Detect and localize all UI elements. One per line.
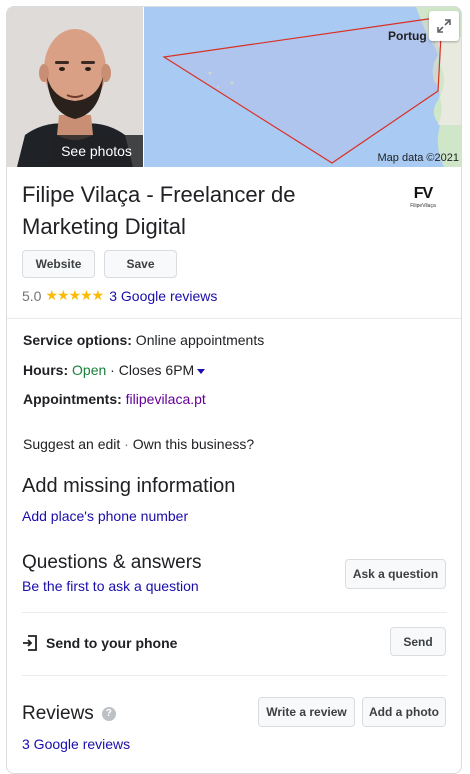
edit-separator: · (120, 436, 133, 452)
map-attribution: Map data ©2021 (377, 152, 460, 164)
expand-map-button[interactable] (429, 11, 459, 41)
divider (22, 675, 447, 676)
hours-label: Hours: (23, 362, 69, 378)
rating-score: 5.0 (22, 287, 42, 304)
hours-separator: · (106, 362, 119, 378)
appointments-label: Appointments: (23, 391, 122, 407)
reviews-link[interactable]: 3 Google reviews (22, 736, 130, 752)
divider (7, 318, 461, 319)
appointments-row: Appointments: filipevilaca.pt (23, 391, 206, 407)
hours-dropdown[interactable]: Closes 6PM (118, 362, 206, 378)
suggest-edit-link[interactable]: Suggest an edit (23, 436, 120, 452)
save-button[interactable]: Save (104, 250, 177, 278)
ask-first-link[interactable]: Be the first to ask a question (22, 578, 199, 594)
add-photo-button[interactable]: Add a photo (362, 697, 446, 727)
logo-text: FilipeVilaça (410, 203, 436, 209)
logo-mark: FV (413, 185, 433, 202)
service-options-row: Service options: Online appointments (23, 332, 264, 348)
own-business-link[interactable]: Own this business? (133, 436, 254, 452)
divider (22, 612, 447, 613)
hero: See photos Portug Map data ©2021 (7, 7, 461, 167)
website-button[interactable]: Website (22, 250, 95, 278)
see-photos-button[interactable]: See photos (50, 135, 143, 167)
reviews-title-row: Reviews? (22, 703, 116, 725)
hours-row: Hours: Open · Closes 6PM (23, 362, 206, 378)
qa-title: Questions & answers (22, 552, 202, 573)
send-to-phone-label: Send to your phone (46, 635, 178, 651)
business-name: Filipe Vilaça - Freelancer de Marketing … (22, 182, 296, 239)
expand-icon (437, 19, 451, 33)
add-phone-link[interactable]: Add place's phone number (22, 508, 188, 524)
service-options-value: Online appointments (131, 332, 265, 348)
map-thumbnail[interactable]: Portug Map data ©2021 (144, 7, 461, 167)
business-logo: FV FilipeVilaça (403, 185, 443, 217)
send-to-phone-row: Send to your phone (22, 635, 177, 651)
send-button[interactable]: Send (390, 627, 446, 656)
reviews-title: Reviews (22, 703, 94, 724)
ask-question-button[interactable]: Ask a question (345, 559, 446, 589)
star-rating-icon: ★★★★★ (45, 287, 104, 303)
appointments-link[interactable]: filipevilaca.pt (126, 391, 206, 407)
hours-status: Open (72, 362, 107, 378)
profile-photo[interactable]: See photos (7, 7, 143, 167)
rating-row: 5.0 ★★★★★ 3 Google reviews (22, 287, 217, 304)
hours-close-time: Closes 6PM (118, 362, 195, 378)
google-reviews-link[interactable]: 3 Google reviews (109, 288, 217, 304)
map-country-label: Portug (388, 29, 427, 43)
chevron-down-icon (197, 368, 206, 374)
missing-info-title: Add missing information (22, 475, 236, 497)
service-options-label: Service options: (23, 332, 132, 348)
knowledge-panel: See photos Portug Map data ©2021 Filipe … (6, 6, 462, 774)
edit-links-row: Suggest an edit · Own this business? (23, 436, 254, 452)
help-icon[interactable]: ? (101, 706, 116, 721)
send-to-phone-icon (23, 635, 37, 651)
write-review-button[interactable]: Write a review (258, 697, 355, 727)
